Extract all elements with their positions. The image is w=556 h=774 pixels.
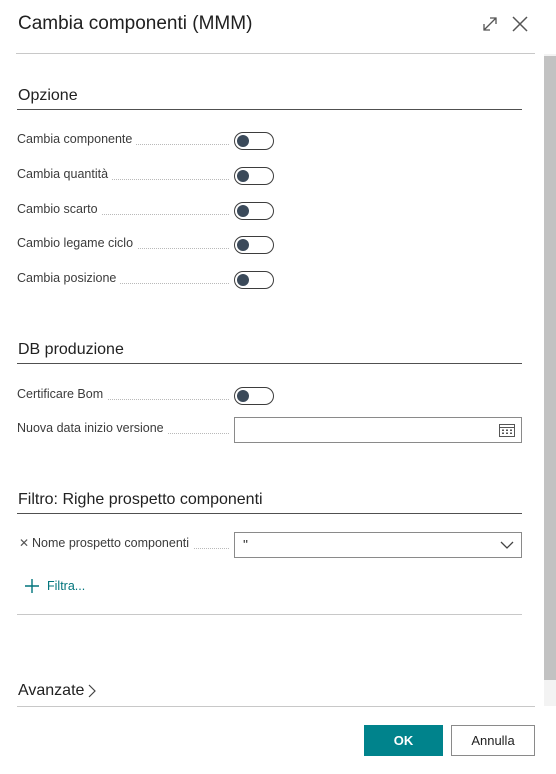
- cambia-posizione-toggle[interactable]: [234, 271, 274, 289]
- footer-divider: [17, 706, 535, 707]
- field-cambia-quantita: Cambia quantità: [17, 163, 522, 189]
- close-icon[interactable]: [510, 14, 530, 34]
- toggle-knob: [237, 170, 249, 182]
- toggle-knob: [237, 390, 249, 402]
- add-filter-button[interactable]: Filtra...: [24, 576, 85, 596]
- field-label: Cambia componente: [17, 132, 137, 146]
- field-nome-prospetto-componenti: ✕ Nome prospetto componenti '': [17, 532, 522, 558]
- avanzate-toggle[interactable]: Avanzate: [18, 682, 97, 700]
- field-cambia-posizione: Cambia posizione: [17, 267, 522, 293]
- filter-divider: [17, 614, 522, 615]
- filter-select-value: '': [243, 537, 248, 552]
- expand-icon[interactable]: [480, 14, 500, 34]
- plus-icon: [25, 579, 39, 593]
- section-title-opzione: Opzione: [18, 87, 78, 104]
- field-label: Cambio legame ciclo: [17, 236, 138, 250]
- cambio-legame-ciclo-toggle[interactable]: [234, 236, 274, 254]
- cambia-componente-toggle[interactable]: [234, 132, 274, 150]
- field-label: Cambia quantità: [17, 167, 113, 181]
- remove-filter-icon[interactable]: ✕: [19, 536, 29, 550]
- field-cambio-scarto: Cambio scarto: [17, 198, 522, 224]
- section-title-db-produzione: DB produzione: [18, 341, 124, 358]
- dialog-title: Cambia componenti (MMM): [18, 13, 253, 34]
- add-filter-label: Filtra...: [47, 579, 86, 593]
- chevron-down-icon: [500, 541, 514, 549]
- cambio-scarto-toggle[interactable]: [234, 202, 274, 220]
- filter-select[interactable]: '': [234, 532, 522, 558]
- section-divider: [17, 363, 522, 364]
- field-label: Certificare Bom: [17, 387, 108, 401]
- toggle-knob: [237, 205, 249, 217]
- field-label: Nome prospetto componenti: [32, 536, 194, 550]
- field-label: Nuova data inizio versione: [17, 421, 168, 435]
- toggle-knob: [237, 239, 249, 251]
- calendar-icon[interactable]: [499, 423, 515, 437]
- certificare-bom-toggle[interactable]: [234, 387, 274, 405]
- toggle-knob: [237, 274, 249, 286]
- date-input[interactable]: [234, 417, 522, 443]
- cambia-quantita-toggle[interactable]: [234, 167, 274, 185]
- section-divider: [17, 513, 522, 514]
- section-divider: [17, 109, 522, 110]
- header-divider: [16, 53, 535, 54]
- ok-button[interactable]: OK: [364, 725, 443, 756]
- cancel-button[interactable]: Annulla: [451, 725, 535, 756]
- field-certificare-bom: Certificare Bom: [17, 383, 522, 409]
- dialog-header: Cambia componenti (MMM): [0, 0, 556, 54]
- toggle-knob: [237, 135, 249, 147]
- scrollbar-thumb[interactable]: [544, 56, 556, 680]
- field-label: Cambio scarto: [17, 202, 102, 216]
- chevron-right-icon: [88, 684, 97, 698]
- section-title-avanzate: Avanzate: [18, 682, 85, 699]
- section-title-filtro: Filtro: Righe prospetto componenti: [18, 491, 263, 508]
- field-cambia-componente: Cambia componente: [17, 128, 522, 154]
- field-label: Cambia posizione: [17, 271, 121, 285]
- field-nuova-data-inizio-versione: Nuova data inizio versione: [17, 417, 522, 443]
- field-cambio-legame-ciclo: Cambio legame ciclo: [17, 232, 522, 258]
